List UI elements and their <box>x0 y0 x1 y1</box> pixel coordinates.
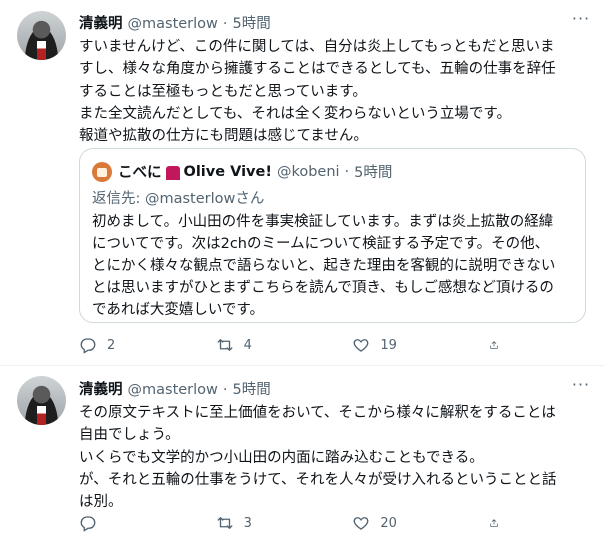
avatar[interactable] <box>17 376 66 425</box>
tweet-header: 清義明 @masterlow · 5時間 <box>79 12 271 32</box>
separator-dot: · <box>344 163 350 180</box>
heart-icon <box>353 339 369 352</box>
tweet-text: その原文テキストに至上価値をおいて、そこから様々に解釈をすることは 自由でしょう… <box>79 402 589 513</box>
more-icon[interactable]: ··· <box>571 11 591 32</box>
timestamp[interactable]: 5時間 <box>233 378 271 399</box>
tweet-text-line: その原文テキストに至上価値をおいて、そこから様々に解釈をすることは <box>79 405 556 421</box>
share-button[interactable] <box>489 512 509 534</box>
quoted-text-line: であれば大変嬉しいです。 <box>92 302 264 318</box>
quoted-display-name: こべに <box>118 165 162 181</box>
quoted-tweet-text: 初めまして。小山田の件を事実検証しています。まずは炎上拡散の経緯 についてです。… <box>92 211 577 321</box>
handle[interactable]: @masterlow <box>128 382 218 398</box>
quoted-text-line: についてです。次は2chのミームについて検証する予定です。その他、 <box>92 236 550 252</box>
retweet-count: 3 <box>243 515 252 531</box>
retweet-button[interactable]: 3 <box>216 512 316 534</box>
quoted-handle: @kobeni <box>276 163 340 180</box>
retweet-button[interactable]: 4 <box>216 334 316 356</box>
tweet-text-line: いくらでも文学的かつ小山田の内面に踏み込むこともできる。 <box>79 449 484 466</box>
like-count: 19 <box>380 337 397 353</box>
display-name[interactable]: 清義明 <box>79 12 123 33</box>
retweet-icon <box>217 339 233 351</box>
reply-button[interactable]: 2 <box>79 334 179 356</box>
more-icon[interactable]: ··· <box>571 377 591 398</box>
timestamp[interactable]: 5時間 <box>233 12 271 33</box>
handle[interactable]: @masterlow <box>128 16 218 32</box>
reply-icon <box>80 338 96 354</box>
like-button[interactable]: 20 <box>352 512 452 534</box>
tweet-header: 清義明 @masterlow · 5時間 <box>79 378 271 398</box>
retweet-count: 4 <box>243 337 252 353</box>
tweet[interactable]: 清義明 @masterlow · 5時間 ··· すいませんけど、この件に関して… <box>0 0 605 366</box>
tweet-text: すいませんけど、この件に関しては、自分は炎上してもっともだと思いま すし、様々な… <box>79 36 589 147</box>
share-icon <box>490 341 498 349</box>
quoted-display-name-suffix: Olive Vive! <box>183 163 272 180</box>
tweet-text-line: また全文読んだとしても、それは全く変わらないという立場です。 <box>79 105 511 122</box>
tweet-text-line: することは至極もっともだと思っています。 <box>79 83 367 100</box>
separator-dot: · <box>222 16 228 32</box>
share-icon <box>490 519 498 527</box>
heart-icon <box>353 517 369 530</box>
tweet-text-line: すし、様々な角度から擁護することはできるとしても、五輪の仕事を辞任 <box>79 61 556 78</box>
tweet-text-line: すいませんけど、この件に関しては、自分は炎上してもっともだと思いま <box>79 39 555 55</box>
quoted-text-line: とは思いますがひとまずこちらを読んで頂き、もしご感想など頂けるの <box>92 280 554 296</box>
tweet-text-line: 報道や拡散の仕方にも問題は感じてません。 <box>79 128 368 145</box>
tweet[interactable]: 清義明 @masterlow · 5時間 ··· その原文テキストに至上価値をお… <box>0 366 605 545</box>
tweet-actions: 2 4 19 <box>79 334 509 356</box>
separator-dot: · <box>222 382 228 398</box>
quoted-avatar <box>92 161 112 182</box>
share-button[interactable] <box>489 334 509 356</box>
tweet-actions: 3 20 <box>79 512 509 534</box>
reply-to: 返信先: @masterlowさん <box>92 191 265 207</box>
quoted-text-line: とにかく様々な観点で語らないと、起きた理由を客観的に説明できない <box>92 258 556 274</box>
quoted-tweet[interactable]: こべに Olive Vive! @kobeni · 5時間 返信先: @mast… <box>79 148 586 323</box>
tweet-text-line: が、それと五輪の仕事をうけて、それを人々が受け入れるということと話 <box>79 471 557 488</box>
reply-icon <box>80 516 96 532</box>
like-button[interactable]: 19 <box>352 334 452 356</box>
reply-button[interactable] <box>79 512 179 534</box>
tweet-text-line: は別。 <box>79 494 123 511</box>
lipstick-emoji-icon <box>165 165 180 180</box>
retweet-icon <box>217 517 233 529</box>
quoted-text-line: 初めまして。小山田の件を事実検証しています。まずは炎上拡散の経緯 <box>92 214 554 230</box>
display-name[interactable]: 清義明 <box>79 378 123 399</box>
like-count: 20 <box>380 515 397 531</box>
tweet-text-line: 自由でしょう。 <box>79 427 180 444</box>
avatar[interactable] <box>17 11 66 60</box>
reply-count: 2 <box>107 337 116 353</box>
quoted-timestamp: 5時間 <box>354 165 393 181</box>
quoted-tweet-header: こべに Olive Vive! @kobeni · 5時間 <box>92 161 392 182</box>
